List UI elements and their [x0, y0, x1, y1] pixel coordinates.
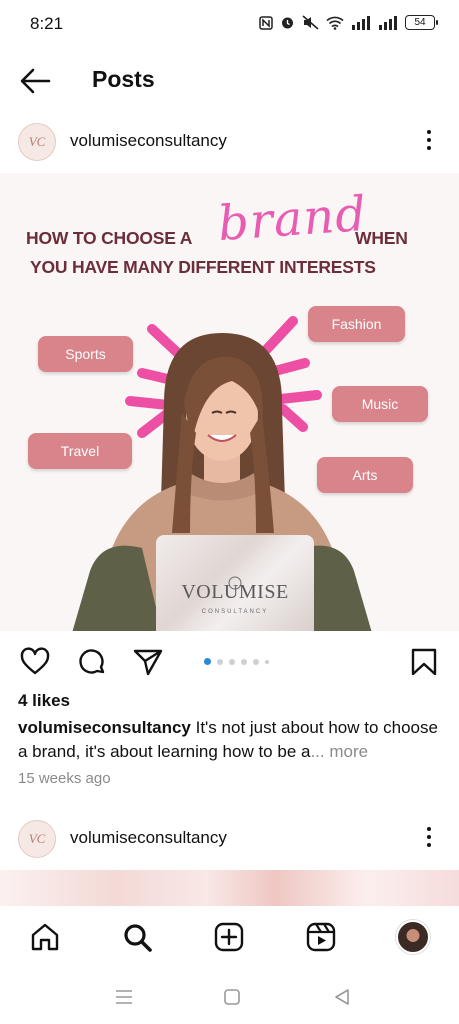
- nav-create[interactable]: [212, 920, 246, 954]
- status-time: 8:21: [30, 14, 64, 33]
- more-options-button[interactable]: [417, 822, 441, 852]
- bottom-nav: [0, 906, 459, 970]
- heart-icon: [20, 647, 50, 675]
- more-options-button[interactable]: [417, 125, 441, 155]
- avatar-text: VC: [28, 831, 46, 846]
- caption-username[interactable]: volumiseconsultancy: [18, 718, 191, 737]
- status-bar: 8:21 54: [0, 0, 459, 52]
- recent-apps-button[interactable]: [112, 986, 136, 1008]
- post-username[interactable]: volumiseconsultancy: [70, 828, 227, 848]
- nav-reels[interactable]: [304, 920, 338, 954]
- headline-line2: YOU HAVE MANY DIFFERENT INTERESTS: [30, 257, 376, 277]
- post-header: VC volumiseconsultancy: [0, 115, 459, 171]
- nav-profile-avatar[interactable]: [396, 920, 430, 954]
- next-post-header: VC volumiseconsultancy: [0, 812, 459, 868]
- wifi-icon: [326, 16, 344, 30]
- headline-when: WHEN: [355, 228, 408, 248]
- battery-icon: 54: [405, 15, 438, 30]
- nav-home[interactable]: [28, 920, 62, 954]
- bookmark-icon: [411, 648, 437, 676]
- headline-line1: HOW TO CHOOSE A: [26, 228, 193, 248]
- post-timestamp: 15 weeks ago: [18, 770, 111, 787]
- laptop-brand-text: VOLUMISE: [181, 581, 289, 603]
- share-button[interactable]: [132, 646, 164, 678]
- back-system-button[interactable]: [330, 986, 354, 1008]
- alarm-icon: [282, 17, 293, 29]
- page-title: Posts: [92, 66, 155, 92]
- square-icon: [224, 989, 240, 1005]
- avatar-text: VC: [28, 134, 46, 149]
- send-icon: [133, 649, 163, 676]
- nfc-icon: [259, 15, 273, 30]
- create-icon: [214, 922, 244, 952]
- caption-more-link[interactable]: ... more: [310, 742, 368, 761]
- comment-button[interactable]: [76, 646, 108, 678]
- post-image[interactable]: brand HOW TO CHOOSE A WHEN YOU HAVE MANY…: [0, 173, 459, 631]
- comment-icon: [79, 649, 105, 674]
- likes-count[interactable]: 4 likes: [18, 691, 70, 711]
- arrow-left-icon: [20, 68, 51, 94]
- home-icon: [31, 923, 59, 951]
- page-header: Posts: [0, 52, 459, 110]
- headline-script: brand: [216, 185, 369, 253]
- signal-icon: [352, 15, 370, 30]
- signal-icon: [379, 15, 397, 30]
- battery-level: 54: [414, 17, 426, 28]
- post-username[interactable]: volumiseconsultancy: [70, 131, 227, 151]
- status-icons: 54: [259, 15, 438, 30]
- laptop: VOLUMISE CONSULTANCY: [156, 535, 314, 631]
- home-system-button[interactable]: [220, 986, 244, 1008]
- post-caption: volumiseconsultancy It's not just about …: [18, 716, 448, 764]
- avatar[interactable]: VC: [18, 820, 56, 858]
- avatar[interactable]: VC: [18, 123, 56, 161]
- menu-lines-icon: [116, 990, 132, 1004]
- system-nav-bar: [0, 970, 459, 1024]
- back-button[interactable]: [18, 66, 54, 96]
- next-post-image-preview[interactable]: [0, 870, 459, 908]
- triangle-back-icon: [335, 989, 349, 1005]
- search-icon: [124, 924, 152, 952]
- nav-search[interactable]: [120, 920, 154, 954]
- carousel-indicator: [204, 658, 269, 665]
- reels-icon: [306, 922, 336, 952]
- like-button[interactable]: [19, 646, 51, 678]
- save-button[interactable]: [408, 646, 440, 678]
- post-actions: [0, 640, 459, 684]
- laptop-sub-text: CONSULTANCY: [201, 609, 269, 615]
- mute-icon: [302, 15, 319, 30]
